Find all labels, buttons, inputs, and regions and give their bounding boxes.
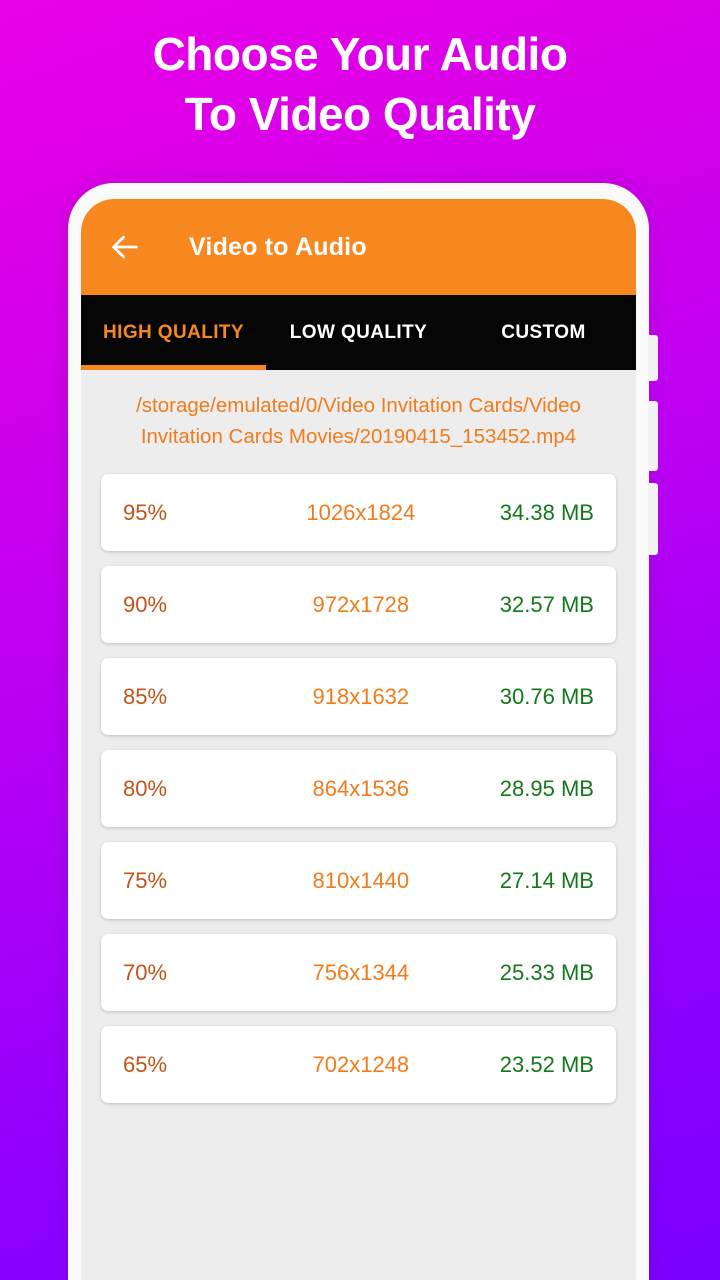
table-row[interactable]: 80% 864x1536 28.95 MB: [101, 750, 616, 827]
promo-headline: Choose Your Audio To Video Quality: [0, 24, 720, 144]
app-bar: Video to Audio: [81, 199, 636, 295]
tab-custom[interactable]: CUSTOM: [451, 295, 636, 370]
table-row[interactable]: 95% 1026x1824 34.38 MB: [101, 474, 616, 551]
quality-dimensions: 1026x1824: [306, 499, 416, 525]
quality-filesize: 27.14 MB: [499, 867, 594, 893]
quality-tab-bar: HIGH QUALITY LOW QUALITY CUSTOM: [81, 295, 636, 370]
phone-side-button-volume-up[interactable]: [648, 335, 658, 381]
promo-headline-line-2: To Video Quality: [184, 88, 536, 140]
table-row[interactable]: 90% 972x1728 32.57 MB: [101, 566, 616, 643]
quality-dimensions: 702x1248: [312, 1051, 410, 1077]
phone-screen: Video to Audio HIGH QUALITY LOW QUALITY …: [81, 199, 636, 1280]
quality-filesize: 32.57 MB: [499, 591, 594, 617]
quality-filesize: 23.52 MB: [499, 1051, 594, 1077]
quality-dimensions: 810x1440: [312, 867, 410, 893]
quality-filesize: 28.95 MB: [499, 775, 594, 801]
phone-mockup-frame: Video to Audio HIGH QUALITY LOW QUALITY …: [68, 183, 658, 1280]
table-row[interactable]: 65% 702x1248 23.52 MB: [101, 1026, 616, 1103]
promo-headline-line-1: Choose Your Audio: [152, 28, 568, 80]
quality-filesize: 34.38 MB: [499, 499, 594, 525]
quality-percent: 95%: [123, 499, 168, 525]
quality-options-list: 95% 1026x1824 34.38 MB 90% 972x1728 32.5…: [101, 474, 616, 1103]
arrow-left-icon[interactable]: [108, 230, 142, 264]
quality-filesize: 30.76 MB: [499, 683, 594, 709]
active-tab-indicator: [81, 365, 266, 370]
quality-filesize: 25.33 MB: [499, 959, 594, 985]
table-row[interactable]: 85% 918x1632 30.76 MB: [101, 658, 616, 735]
content-area: /storage/emulated/0/Video Invitation Car…: [81, 370, 636, 1280]
quality-dimensions: 918x1632: [312, 683, 410, 709]
phone-side-button-volume-down[interactable]: [648, 401, 658, 471]
app-bar-title: Video to Audio: [189, 232, 367, 261]
quality-dimensions: 756x1344: [312, 959, 410, 985]
source-file-path: /storage/emulated/0/Video Invitation Car…: [136, 394, 581, 448]
quality-dimensions: 864x1536: [312, 775, 410, 801]
quality-percent: 65%: [123, 1051, 168, 1077]
quality-dimensions: 972x1728: [312, 591, 410, 617]
phone-side-button-power[interactable]: [648, 483, 658, 555]
quality-percent: 70%: [123, 959, 168, 985]
tab-low-quality[interactable]: LOW QUALITY: [266, 295, 451, 370]
table-row[interactable]: 75% 810x1440 27.14 MB: [101, 842, 616, 919]
quality-percent: 80%: [123, 775, 168, 801]
tab-high-quality[interactable]: HIGH QUALITY: [81, 295, 266, 370]
quality-percent: 90%: [123, 591, 168, 617]
quality-percent: 75%: [123, 867, 168, 893]
quality-percent: 85%: [123, 683, 168, 709]
table-row[interactable]: 70% 756x1344 25.33 MB: [101, 934, 616, 1011]
